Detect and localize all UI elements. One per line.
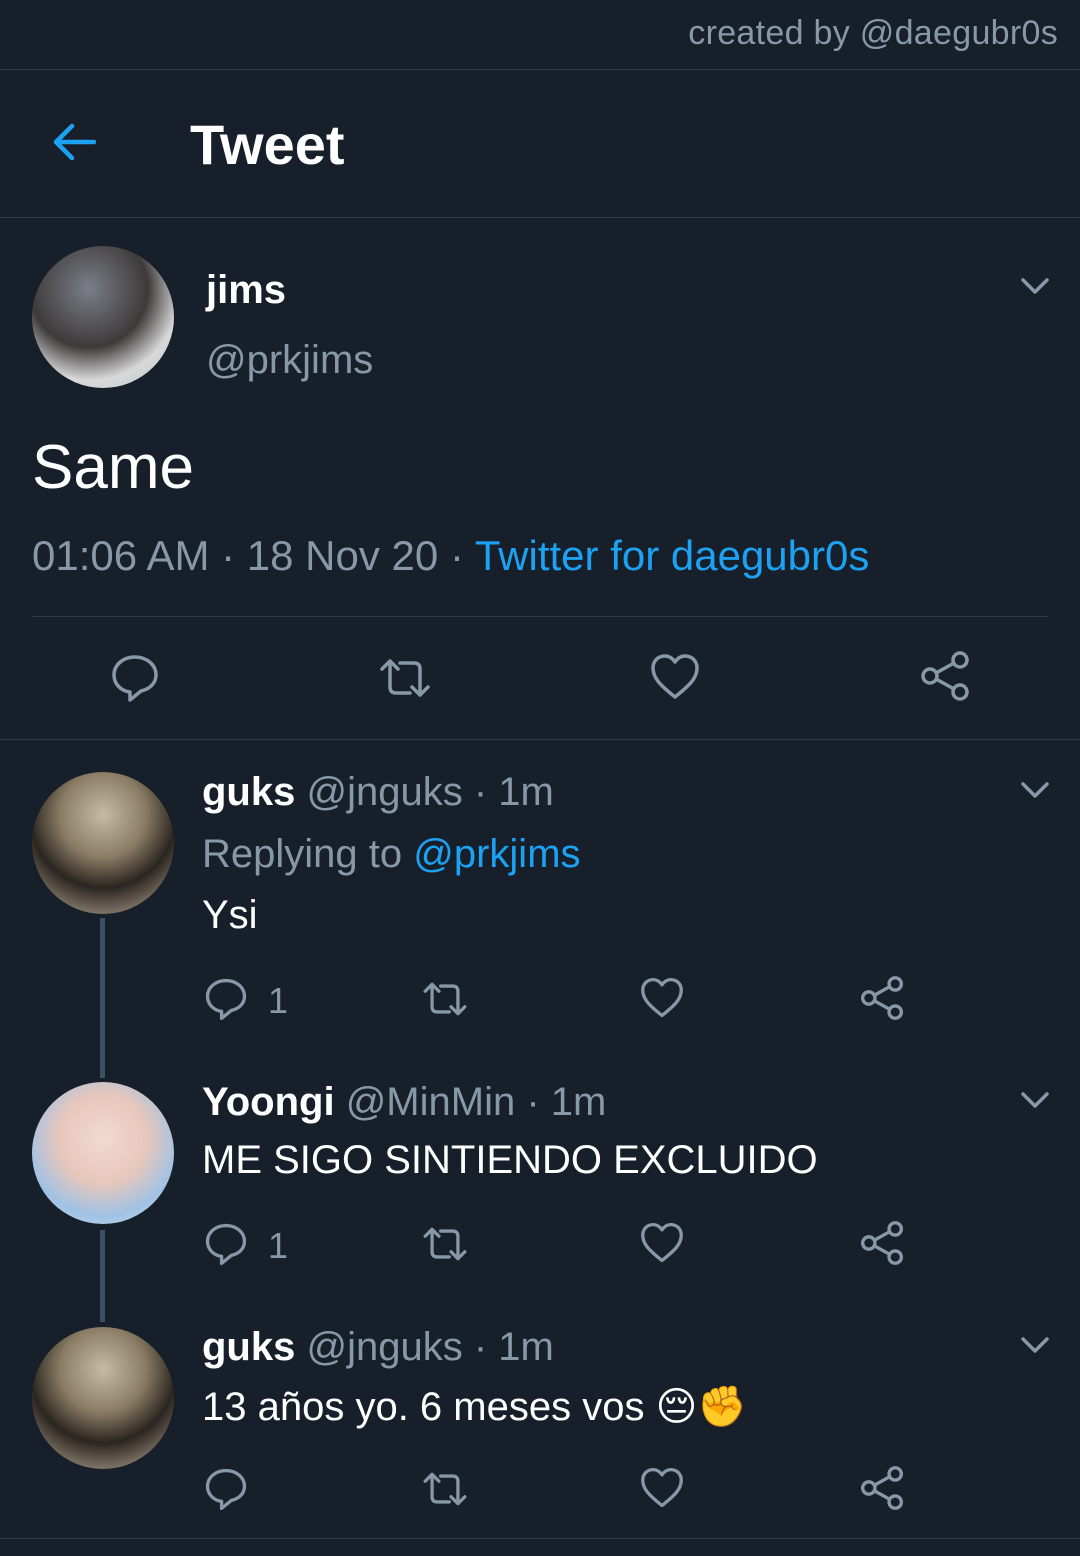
reply-author-handle[interactable]: @jnguks: [306, 1325, 462, 1369]
separator-dot: ·: [221, 532, 247, 579]
tweet-source-link[interactable]: Twitter for daegubr0s: [475, 532, 870, 579]
share-icon[interactable]: [920, 651, 970, 701]
reply-author-handle[interactable]: @jnguks: [306, 770, 462, 814]
page-title: Tweet: [190, 113, 345, 176]
share-icon[interactable]: [860, 1221, 904, 1265]
retweet-icon[interactable]: [376, 655, 434, 701]
reply-header: guks @jnguks · 1m: [202, 1325, 554, 1369]
retweet-icon[interactable]: [420, 1469, 470, 1509]
tweet-text: Same: [32, 433, 194, 502]
separator-dot: ·: [449, 532, 475, 579]
divider: [0, 217, 1080, 218]
author-handle[interactable]: @prkjims: [206, 338, 373, 383]
avatar[interactable]: [32, 772, 174, 914]
back-arrow-icon[interactable]: [50, 118, 98, 166]
app-header: Tweet: [0, 70, 1080, 218]
reply-header: guks @jnguks · 1m: [202, 770, 554, 814]
reply-header: Yoongi @MinMin · 1m: [202, 1080, 607, 1124]
tweet-time: 01:06 AM: [32, 532, 210, 579]
like-icon[interactable]: [640, 1222, 684, 1264]
avatar[interactable]: [32, 1327, 174, 1469]
like-icon[interactable]: [650, 653, 700, 701]
thread-line: [100, 918, 105, 1078]
reply-text: ME SIGO SINTIENDO EXCLUIDO: [202, 1138, 818, 1182]
like-icon[interactable]: [640, 977, 684, 1019]
reply-icon[interactable]: [110, 653, 160, 703]
reply-author-name[interactable]: guks: [202, 1325, 295, 1369]
reply-text: 13 años yo. 6 meses vos 😔✊: [202, 1385, 748, 1429]
retweet-icon[interactable]: [420, 979, 470, 1019]
divider: [0, 1538, 1080, 1539]
chevron-down-icon[interactable]: [1020, 780, 1050, 800]
reply-author-handle[interactable]: @MinMin: [346, 1080, 516, 1124]
avatar[interactable]: [32, 1082, 174, 1224]
tweet-actions: [0, 645, 1080, 707]
replying-to-line: Replying to @prkjims: [202, 832, 581, 877]
tweet-date: 18 Nov 20: [246, 532, 439, 579]
replying-to-handle[interactable]: @prkjims: [413, 832, 580, 876]
reply-count: 1: [268, 980, 289, 1021]
retweet-icon[interactable]: [420, 1224, 470, 1264]
divider: [32, 616, 1048, 617]
share-icon[interactable]: [860, 976, 904, 1020]
reply-author-name[interactable]: guks: [202, 770, 295, 814]
reply-age: 1m: [550, 1080, 607, 1124]
reply-count: 1: [268, 1225, 289, 1266]
reply-text: Ysi: [202, 893, 258, 937]
tweet-meta: 01:06 AM · 18 Nov 20 · Twitter for daegu…: [32, 532, 869, 580]
divider: [0, 739, 1080, 740]
reply-author-name[interactable]: Yoongi: [202, 1080, 335, 1124]
share-icon[interactable]: [860, 1466, 904, 1510]
thread-line: [100, 1230, 105, 1322]
replying-to-label: Replying to: [202, 832, 403, 876]
like-icon[interactable]: [640, 1467, 684, 1509]
chevron-down-icon[interactable]: [1020, 1090, 1050, 1110]
reply-age: 1m: [498, 1325, 554, 1369]
avatar[interactable]: [32, 246, 174, 388]
author-name[interactable]: jims: [206, 268, 286, 313]
reply-age: 1m: [498, 770, 554, 814]
chevron-down-icon[interactable]: [1020, 1335, 1050, 1355]
reply-icon[interactable]: [204, 977, 248, 1021]
reply-icon[interactable]: [204, 1222, 248, 1266]
reply-icon[interactable]: [204, 1467, 248, 1511]
chevron-down-icon[interactable]: [1020, 276, 1050, 296]
credit-text: created by @daegubr0s: [688, 14, 1058, 52]
